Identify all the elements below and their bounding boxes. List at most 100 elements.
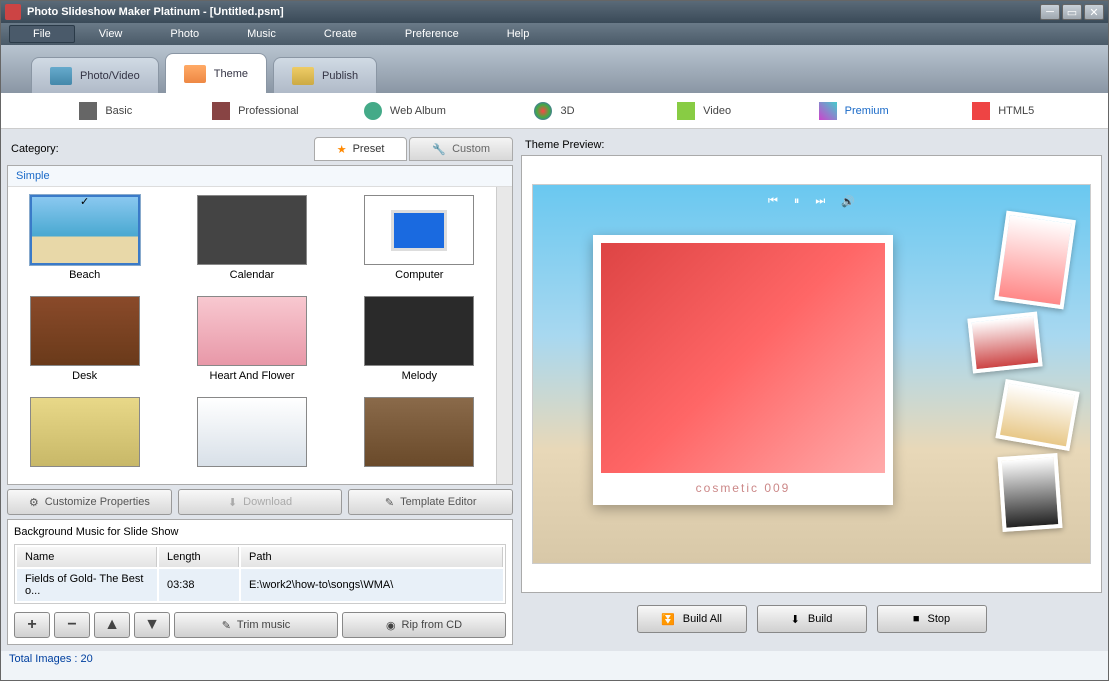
download-button[interactable]: ⬇Download — [178, 489, 343, 515]
theme-thumbnail — [364, 296, 474, 366]
build-all-button[interactable]: ⏬Build All — [637, 605, 747, 633]
subtab-3d[interactable]: 3D — [480, 93, 630, 128]
theme-thumbnail — [364, 397, 474, 467]
theme-item-beach[interactable]: Beach — [16, 195, 153, 286]
theme-item-heart[interactable]: Heart And Flower — [183, 296, 320, 387]
theme-name: Heart And Flower — [210, 370, 295, 382]
button-label: Download — [243, 496, 292, 508]
subtab-label: 3D — [560, 105, 574, 117]
preview-caption: cosmetic 009 — [601, 473, 885, 503]
theme-name: Desk — [72, 370, 97, 382]
move-up-button[interactable]: ▲ — [94, 612, 130, 638]
theme-thumbnail — [30, 195, 140, 265]
theme-name: Beach — [69, 269, 100, 281]
piano-icon — [79, 102, 97, 120]
button-label: Trim music — [237, 619, 290, 631]
music-row[interactable]: Fields of Gold- The Best o... 03:38 E:\w… — [17, 569, 503, 601]
subtab-basic[interactable]: Basic — [31, 93, 181, 128]
menu-file[interactable]: File — [9, 25, 75, 43]
theme-item-melody[interactable]: Melody — [351, 296, 488, 387]
music-name: Fields of Gold- The Best o... — [17, 569, 157, 601]
globe-icon — [364, 102, 382, 120]
pause-icon[interactable]: ⏸ — [794, 195, 800, 208]
film-icon — [677, 102, 695, 120]
custom-tab[interactable]: 🔧Custom — [409, 137, 513, 161]
template-editor-button[interactable]: ✎Template Editor — [348, 489, 513, 515]
subtab-premium[interactable]: Premium — [779, 93, 929, 128]
titlebar: Photo Slideshow Maker Platinum - [Untitl… — [1, 1, 1108, 23]
move-down-button[interactable]: ▼ — [134, 612, 170, 638]
category-group-title[interactable]: Simple — [8, 166, 512, 187]
trim-music-button[interactable]: ✎Trim music — [174, 612, 338, 638]
maximize-button[interactable]: ▭ — [1062, 4, 1082, 20]
stop-button[interactable]: ■ Stop — [877, 605, 987, 633]
briefcase-icon — [212, 102, 230, 120]
theme-thumbnail — [197, 296, 307, 366]
music-panel-title: Background Music for Slide Show — [14, 526, 506, 538]
photo-video-icon — [50, 67, 72, 85]
menu-create[interactable]: Create — [300, 25, 381, 43]
menu-help[interactable]: Help — [483, 25, 554, 43]
side-photo — [967, 311, 1042, 373]
subtab-label: Video — [703, 105, 731, 117]
button-label: Stop — [928, 613, 951, 625]
down-icon: ⬇ — [791, 613, 800, 626]
volume-icon[interactable]: 🔊 — [841, 195, 855, 208]
theme-item[interactable] — [16, 397, 153, 476]
theme-item-desk[interactable]: Desk — [16, 296, 153, 387]
tab-theme[interactable]: Theme — [165, 53, 267, 93]
subtab-label: Basic — [105, 105, 132, 117]
theme-grid: Beach Calendar Computer Desk Heart And F… — [8, 187, 496, 484]
stop-icon: ■ — [913, 613, 920, 625]
menu-music[interactable]: Music — [223, 25, 300, 43]
button-label: Template Editor — [400, 496, 476, 508]
theme-item-calendar[interactable]: Calendar — [183, 195, 320, 286]
next-icon[interactable]: ⏭ — [815, 195, 825, 208]
prev-icon[interactable]: ⏮ — [768, 195, 778, 208]
theme-name: Calendar — [230, 269, 275, 281]
subtab-label: HTML5 — [998, 105, 1034, 117]
col-path[interactable]: Path — [241, 547, 503, 567]
music-length: 03:38 — [159, 569, 239, 601]
col-length[interactable]: Length — [159, 547, 239, 567]
tab-label: Publish — [322, 70, 358, 82]
menu-photo[interactable]: Photo — [146, 25, 223, 43]
preview-label: Theme Preview: — [521, 135, 1102, 155]
side-photo — [994, 211, 1076, 310]
menu-view[interactable]: View — [75, 25, 147, 43]
button-label: Build All — [683, 613, 722, 625]
theme-item-computer[interactable]: Computer — [351, 195, 488, 286]
menubar: File View Photo Music Create Preference … — [1, 23, 1108, 45]
preview-photo-content — [601, 243, 885, 473]
build-button[interactable]: ⬇ Build — [757, 605, 867, 633]
tab-photo-video[interactable]: Photo/Video — [31, 57, 159, 93]
button-label: Build — [808, 613, 832, 625]
scrollbar[interactable] — [496, 187, 512, 484]
gear-icon: ⚙ — [29, 496, 39, 509]
window-title: Photo Slideshow Maker Platinum - [Untitl… — [27, 6, 1040, 18]
publish-icon — [292, 67, 314, 85]
theme-name: Computer — [395, 269, 443, 281]
subtab-html5[interactable]: HTML5 — [928, 93, 1078, 128]
add-music-button[interactable]: + — [14, 612, 50, 638]
tab-publish[interactable]: Publish — [273, 57, 377, 93]
subtab-professional[interactable]: Professional — [181, 93, 331, 128]
menu-preference[interactable]: Preference — [381, 25, 483, 43]
preset-tab[interactable]: ★Preset — [314, 137, 408, 161]
main-tabs: Photo/Video Theme Publish — [1, 45, 1108, 93]
theme-item[interactable] — [351, 397, 488, 476]
status-bar: Total Images : 20 — [1, 651, 1108, 671]
theme-icon — [184, 65, 206, 83]
customize-properties-button[interactable]: ⚙Customize Properties — [7, 489, 172, 515]
subtab-label: Premium — [845, 105, 889, 117]
subtab-video[interactable]: Video — [629, 93, 779, 128]
theme-item[interactable] — [183, 397, 320, 476]
minimize-button[interactable]: ─ — [1040, 4, 1060, 20]
close-button[interactable]: ✕ — [1084, 4, 1104, 20]
rip-cd-button[interactable]: ◉Rip from CD — [342, 612, 506, 638]
subtab-webalbum[interactable]: Web Album — [330, 93, 480, 128]
preset-label: Preset — [353, 143, 385, 155]
col-name[interactable]: Name — [17, 547, 157, 567]
remove-music-button[interactable]: − — [54, 612, 90, 638]
button-label: Rip from CD — [402, 619, 463, 631]
